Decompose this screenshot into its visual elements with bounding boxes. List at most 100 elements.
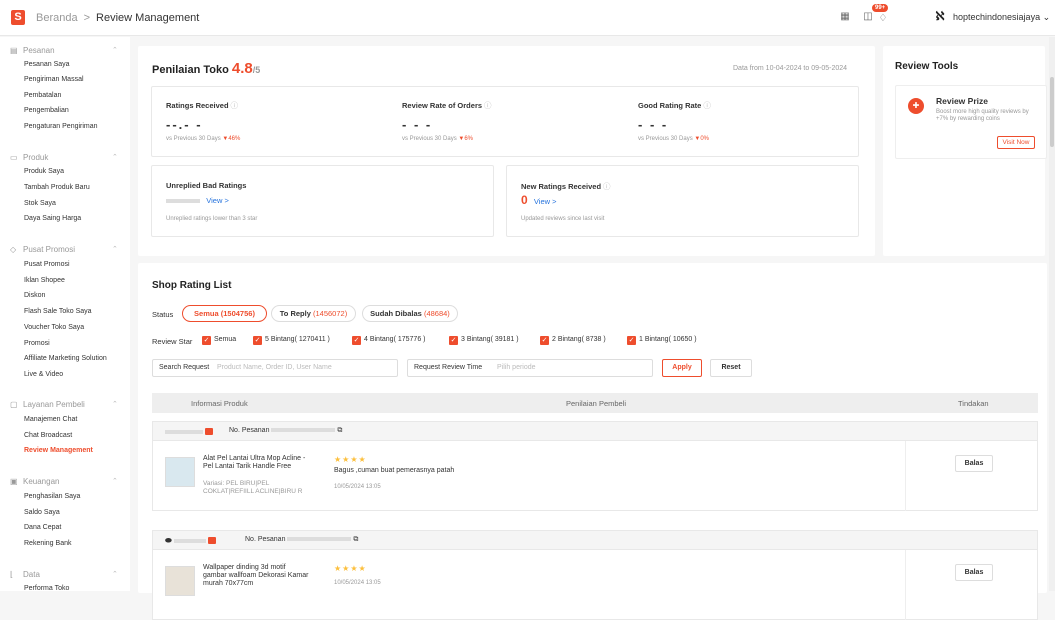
- tab-semua[interactable]: Semua (1504756): [182, 305, 267, 322]
- star-filter-5[interactable]: ✓ 5 Bintang( 1270411 ): [253, 336, 330, 345]
- sidebar-item-pengaturan-pengiriman[interactable]: Pengaturan Pengiriman: [24, 123, 98, 130]
- chevron-up-icon[interactable]: ⌃: [112, 477, 118, 485]
- sidebar-item-dana-cepat[interactable]: Dana Cepat: [24, 524, 61, 531]
- sidebar-item-iklan-shopee[interactable]: Iklan Shopee: [24, 277, 65, 284]
- chevron-up-icon[interactable]: ⌃: [112, 245, 118, 253]
- scrollbar-thumb[interactable]: [1050, 77, 1054, 147]
- tab-to-reply[interactable]: To Reply (1456072): [271, 305, 356, 322]
- question-icon[interactable]: ⓘ: [703, 101, 711, 110]
- unreplied-note: Unreplied ratings lower than 3 star: [166, 216, 258, 222]
- sidebar-item-stok-saya[interactable]: Stok Saya: [24, 200, 56, 207]
- sidebar-item-promosi[interactable]: Promosi: [24, 340, 50, 347]
- star-filter-2[interactable]: ✓ 2 Bintang( 8738 ): [540, 336, 606, 345]
- sidebar-item-live-video[interactable]: Live & Video: [24, 371, 63, 378]
- chart-icon: ⌊: [10, 570, 14, 579]
- sidebar-item-pengembalian[interactable]: Pengembalian: [24, 107, 69, 114]
- new-ratings-view-link[interactable]: View >: [534, 197, 557, 206]
- star-filter-3[interactable]: ✓ 3 Bintang( 39181 ): [449, 336, 519, 345]
- visit-now-button[interactable]: Visit Now: [997, 136, 1035, 149]
- metric-label: Review Rate of Orders ⓘ: [402, 101, 492, 110]
- bell-icon[interactable]: ♢: [877, 13, 889, 25]
- divider: [905, 550, 906, 620]
- product-image[interactable]: [165, 457, 195, 487]
- sidebar-item-saldo[interactable]: Saldo Saya: [24, 509, 60, 516]
- order-number: No. Pesanan ⧉: [245, 536, 359, 543]
- checkbox-icon: ✓: [449, 336, 458, 345]
- chevron-up-icon[interactable]: ⌃: [112, 153, 118, 161]
- question-icon[interactable]: ⓘ: [231, 101, 239, 110]
- copy-icon[interactable]: ⧉: [337, 427, 342, 434]
- product-title[interactable]: Wallpaper dinding 3d motif gambar wallfo…: [203, 564, 311, 588]
- rating-title: Penilaian Toko 4.8/5: [152, 60, 261, 77]
- search-request-field[interactable]: Search Request Product Name, Order ID, U…: [152, 359, 398, 377]
- product-image[interactable]: [165, 566, 195, 596]
- book-icon[interactable]: ◫: [862, 11, 874, 23]
- sidebar-item-daya-saing-harga[interactable]: Daya Saing Harga: [24, 215, 81, 222]
- sidebar-item-tambah-produk[interactable]: Tambah Produk Baru: [24, 184, 90, 191]
- scrollbar[interactable]: [1049, 37, 1055, 591]
- sidebar-section-pusat-promosi[interactable]: ◇ Pusat Promosi: [10, 245, 75, 254]
- sidebar-item-diskon[interactable]: Diskon: [24, 292, 45, 299]
- checkbox-icon: ✓: [540, 336, 549, 345]
- review-time-label: Request Review Time: [414, 364, 483, 371]
- tab-sudah-dibalas[interactable]: Sudah Dibalas (48684): [362, 305, 458, 322]
- sidebar-section-produk[interactable]: ▭ Produk: [10, 153, 48, 162]
- chevron-down-icon: ⌄: [1042, 12, 1051, 22]
- top-bar: S Beranda > Review Management ▦ ◫ ♢ 99+ ℵ …: [0, 0, 1055, 36]
- sidebar-item-pembatalan[interactable]: Pembatalan: [24, 92, 61, 99]
- search-input[interactable]: Product Name, Order ID, User Name: [217, 364, 332, 371]
- order-number: No. Pesanan ⧉: [229, 427, 343, 434]
- masked-value: [166, 198, 200, 203]
- sidebar-section-data[interactable]: ⌊ Data: [10, 570, 40, 579]
- apply-button[interactable]: Apply: [662, 359, 702, 377]
- unreplied-view-link[interactable]: View >: [206, 196, 229, 205]
- sidebar-item-penghasilan[interactable]: Penghasilan Saya: [24, 493, 80, 500]
- chevron-up-icon[interactable]: ⌃: [112, 400, 118, 408]
- search-request-label: Search Request: [159, 364, 210, 371]
- copy-icon[interactable]: ⧉: [353, 536, 358, 543]
- sidebar-section-pesanan[interactable]: ▤ Pesanan: [10, 46, 55, 55]
- reset-button[interactable]: Reset: [710, 359, 752, 377]
- chat-icon[interactable]: [205, 428, 214, 435]
- sidebar-item-chat-broadcast[interactable]: Chat Broadcast: [24, 432, 72, 439]
- sidebar-item-pengiriman-massal[interactable]: Pengiriman Massal: [24, 76, 84, 83]
- reply-button[interactable]: Balas: [955, 564, 993, 581]
- sidebar-item-produk-saya[interactable]: Produk Saya: [24, 168, 64, 175]
- breadcrumb-home[interactable]: Beranda: [36, 12, 78, 24]
- avatar[interactable]: ℵ: [932, 9, 948, 25]
- date-picker-input[interactable]: Pilih periode: [497, 364, 536, 371]
- product-title[interactable]: Alat Pel Lantai Ultra Mop Acline - Pel L…: [203, 455, 311, 471]
- chevron-up-icon[interactable]: ⌃: [112, 46, 118, 54]
- question-icon[interactable]: ⓘ: [484, 101, 492, 110]
- sidebar-section-keuangan[interactable]: ▣ Keuangan: [10, 477, 59, 486]
- sidebar-item-voucher[interactable]: Voucher Toko Saya: [24, 324, 84, 331]
- checkbox-icon: ✓: [352, 336, 361, 345]
- username[interactable]: hoptechindonesiajaya ⌄: [953, 12, 1050, 23]
- star-filter-semua[interactable]: ✓ Semua: [202, 336, 236, 345]
- buyer-info: [165, 427, 214, 436]
- reply-button[interactable]: Balas: [955, 455, 993, 472]
- metric-compare: vs Previous 30 Days ▼0%: [638, 136, 709, 142]
- sidebar-item-manajemen-chat[interactable]: Manajemen Chat: [24, 416, 77, 423]
- sidebar-item-pesanan-saya[interactable]: Pesanan Saya: [24, 61, 70, 68]
- star-filter-1[interactable]: ✓ 1 Bintang( 10650 ): [627, 336, 697, 345]
- review-star-label: Review Star: [152, 337, 193, 346]
- breadcrumb: Beranda > Review Management: [36, 12, 199, 24]
- sidebar-item-pusat-promosi[interactable]: Pusat Promosi: [24, 261, 70, 268]
- sidebar-item-rekening-bank[interactable]: Rekening Bank: [24, 540, 71, 547]
- shopee-logo[interactable]: S: [11, 10, 25, 25]
- chevron-up-icon[interactable]: ⌃: [112, 570, 118, 578]
- order-header: ⬬ No. Pesanan ⧉: [152, 530, 1038, 550]
- question-icon[interactable]: ⓘ: [603, 182, 611, 191]
- sidebar-item-affiliate[interactable]: Affiliate Marketing Solution: [24, 355, 107, 362]
- sidebar-section-layanan-pembeli[interactable]: ▢ Layanan Pembeli: [10, 400, 85, 409]
- sidebar-item-flash-sale[interactable]: Flash Sale Toko Saya: [24, 308, 92, 315]
- sidebar-item-review-management[interactable]: Review Management: [24, 447, 93, 454]
- unreplied-label: Unreplied Bad Ratings: [166, 181, 247, 190]
- chat-icon[interactable]: [208, 537, 217, 544]
- star-filter-4[interactable]: ✓ 4 Bintang( 175776 ): [352, 336, 426, 345]
- metric-compare: vs Previous 30 Days ▼46%: [166, 136, 241, 142]
- grid-icon[interactable]: ▦: [839, 11, 851, 23]
- review-time-field[interactable]: Request Review Time Pilih periode: [407, 359, 653, 377]
- unreplied-value: View >: [166, 196, 229, 205]
